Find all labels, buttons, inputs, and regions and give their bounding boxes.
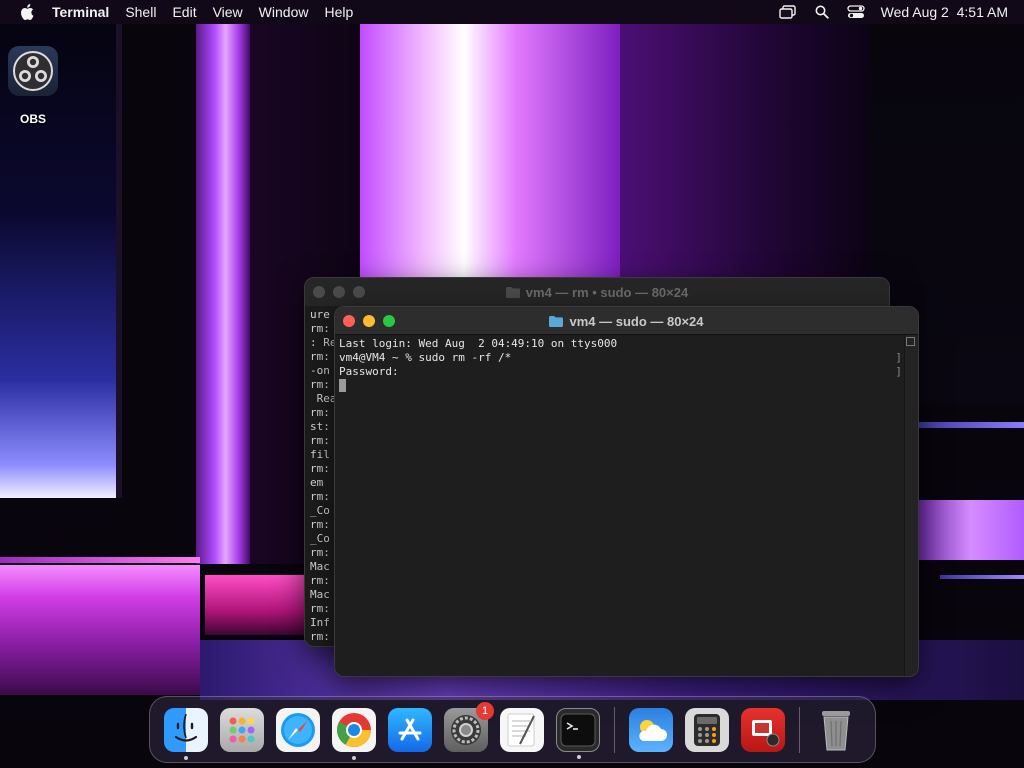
wallpaper-shape	[196, 24, 250, 564]
menu-edit[interactable]: Edit	[164, 0, 204, 24]
terminal-window[interactable]: vm4 — sudo — 80×24 Last login: Wed Aug 2…	[334, 306, 919, 677]
folder-icon	[505, 286, 520, 298]
folder-icon	[549, 315, 564, 327]
window-title-text: vm4 — rm • sudo — 80×24	[525, 284, 689, 300]
wallpaper-shape	[360, 24, 620, 284]
wallpaper-shape	[940, 575, 1024, 579]
dock-weather[interactable]	[629, 707, 673, 752]
dock-trash[interactable]	[814, 708, 858, 752]
terminal-cursor-line[interactable]	[339, 379, 918, 393]
textedit-icon	[507, 713, 535, 746]
terminal-line: Password:	[339, 365, 399, 378]
dock-safari[interactable]	[276, 707, 320, 752]
dock-separator	[799, 706, 800, 753]
dock-photo-booth[interactable]	[741, 707, 785, 752]
safari-compass-icon	[281, 712, 315, 747]
menu-shell[interactable]: Shell	[117, 0, 164, 24]
mark-bracket: ]	[895, 365, 902, 378]
dock: 1	[149, 696, 876, 763]
wallpaper-shape	[205, 575, 305, 635]
dock-chrome[interactable]	[332, 707, 376, 760]
menu-help[interactable]: Help	[316, 0, 361, 24]
trash-icon	[822, 710, 850, 750]
dock-finder[interactable]	[164, 707, 208, 760]
mark-bracket: ]	[895, 351, 902, 364]
app-store-icon	[398, 718, 422, 740]
text-cursor	[339, 379, 346, 392]
wallpaper-shape	[918, 500, 1024, 560]
menubar-clock[interactable]: Wed Aug 2 4:51 AM	[881, 4, 1008, 20]
dock-separator	[614, 706, 615, 753]
notification-badge: 1	[476, 701, 494, 720]
window-title: vm4 — sudo — 80×24	[335, 307, 918, 335]
menu-app-name[interactable]: Terminal	[44, 0, 117, 24]
apple-icon[interactable]	[16, 0, 38, 24]
control-center-icon[interactable]	[846, 4, 865, 20]
chrome-icon	[337, 712, 371, 747]
calculator-icon	[694, 713, 720, 746]
scrollbar[interactable]	[904, 335, 918, 676]
wallpaper-shape	[918, 422, 1024, 428]
spotlight-search-icon[interactable]	[813, 4, 831, 20]
terminal-output[interactable]: Last login: Wed Aug 2 04:49:10 on ttys00…	[335, 335, 918, 676]
window-title: vm4 — rm • sudo — 80×24	[305, 278, 889, 306]
terminal-icon	[560, 713, 596, 746]
wallpaper-shape	[0, 565, 200, 695]
running-indicator	[352, 755, 356, 760]
menu-window[interactable]: Window	[251, 0, 317, 24]
finder-icon	[174, 713, 198, 742]
photo-booth-icon	[752, 719, 780, 746]
wallpaper-shape	[0, 557, 200, 563]
running-indicator	[577, 754, 581, 759]
terminal-line: Last login: Wed Aug 2 04:49:10 on ttys00…	[339, 337, 618, 350]
dock-textedit[interactable]	[500, 707, 544, 752]
split-pane-icon[interactable]	[906, 337, 915, 346]
obs-app-icon	[8, 46, 58, 96]
desktop-icon-label: OBS	[19, 112, 46, 126]
menu-view[interactable]: View	[205, 0, 251, 24]
dock-calculator[interactable]	[685, 707, 729, 752]
wallpaper-shape	[620, 24, 870, 284]
desktop-icon-obs[interactable]: OBS	[6, 46, 60, 126]
terminal-line: vm4@VM4 ~ % sudo rm -rf /*	[339, 351, 512, 364]
screen-mirroring-icon[interactable]	[778, 4, 797, 20]
window-titlebar[interactable]: vm4 — sudo — 80×24	[335, 307, 918, 335]
launchpad-grid-icon	[229, 717, 255, 742]
weather-icon	[639, 719, 667, 741]
window-titlebar[interactable]: vm4 — rm • sudo — 80×24	[305, 278, 889, 306]
dock-terminal[interactable]	[556, 707, 600, 759]
dock-system-settings[interactable]: 1	[444, 701, 494, 752]
menu-bar: Terminal Shell Edit View Window Help Wed…	[0, 0, 1024, 24]
dock-launchpad[interactable]	[220, 707, 264, 752]
window-title-text: vm4 — sudo — 80×24	[569, 313, 704, 329]
running-indicator	[184, 755, 188, 760]
dock-app-store[interactable]	[388, 707, 432, 752]
